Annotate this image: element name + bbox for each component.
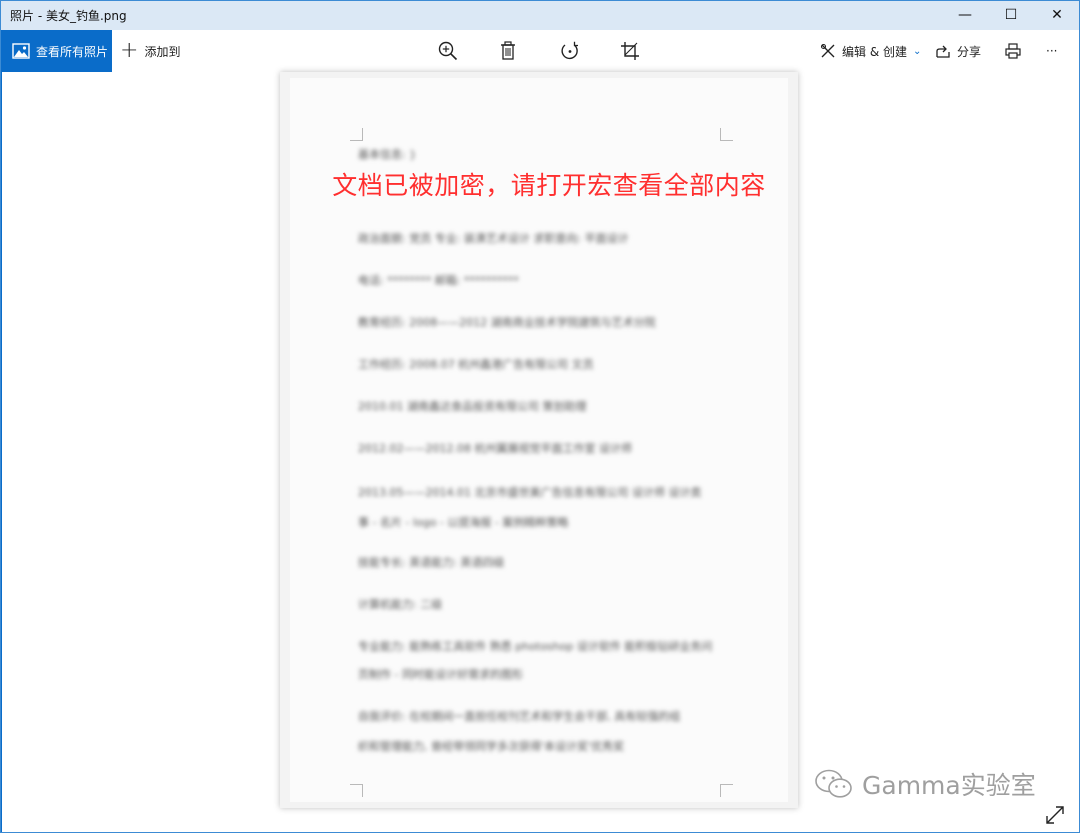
edit-create-label: 编辑 & 创建 xyxy=(842,44,907,59)
trash-icon[interactable] xyxy=(495,38,521,64)
photos-icon xyxy=(12,43,30,59)
blurred-line: 2010.01 湖南鑫达食品投资有限公司 策划助理 xyxy=(358,400,587,413)
blurred-line: 教育经历: 2008——2012 湖南商业技术学院建筑与艺术分院 xyxy=(358,316,656,329)
encryption-warning: 文档已被加密，请打开宏查看全部内容 xyxy=(332,171,766,200)
blurred-line: 事 - 名片 - logo - 以提海报 - 案例精粹策略 xyxy=(358,516,569,529)
add-to-button[interactable]: + 添加到 xyxy=(120,30,180,72)
blurred-line: 2012.02——2012.08 杭州翼展视觉平面工作室 设计师 xyxy=(358,442,632,455)
expand-icon[interactable] xyxy=(1044,804,1066,826)
blurred-line: 自我评价: 在校期间一直担任校刊艺术和学生会干部, 具有较强的组 xyxy=(358,710,681,723)
blurred-line: 2013.05——2014.01 北京市盛世美广告信息有限公司 设计师 设计类 xyxy=(358,486,702,499)
blurred-line: 织和管理能力, 曾经带领同学多次获得'本设计奖'优秀奖 xyxy=(358,740,625,753)
chevron-down-icon: ⌄ xyxy=(913,45,922,57)
more-options-button[interactable]: ··· xyxy=(1046,30,1057,72)
share-icon xyxy=(936,45,950,58)
left-accent-bar xyxy=(0,72,2,833)
add-to-label: 添加到 xyxy=(144,44,181,59)
view-all-photos-label: 查看所有照片 xyxy=(36,44,109,59)
blurred-line: 专业能力: 能熟练工具软件 熟悉 photoshop 设计软件 能积极钻研业务问 xyxy=(358,640,713,653)
window-title: 照片 - 美女_钓鱼.png xyxy=(10,8,127,23)
blurred-line: 电话: ******** 邮箱: ********** xyxy=(358,274,519,287)
window-controls: — ☐ ✕ xyxy=(942,0,1080,30)
share-button[interactable]: 分享 xyxy=(935,30,981,72)
watermark-text: Gamma实验室 xyxy=(862,771,1036,800)
blurred-line: 基本信息: } xyxy=(358,148,417,161)
blurred-line: 计算机能力: 二级 xyxy=(358,598,443,611)
edit-create-button[interactable]: 编辑 & 创建 ⌄ xyxy=(820,30,921,72)
corner-mark xyxy=(350,128,363,141)
title-bar: 照片 - 美女_钓鱼.png — ☐ ✕ xyxy=(0,0,1080,30)
wechat-icon xyxy=(815,769,852,798)
blurred-line: 技能专长: 英语能力: 英语四级 xyxy=(358,556,505,569)
edit-create-icon xyxy=(820,43,835,58)
maximize-button[interactable]: ☐ xyxy=(988,0,1034,30)
corner-mark xyxy=(350,784,363,797)
corner-mark xyxy=(720,128,733,141)
print-icon xyxy=(1005,43,1021,59)
document-image: 基本信息: } 政治面貌: 党员 专业: 装潢艺术设计 求职意向: 平面设计 电话:… xyxy=(280,72,798,808)
crop-icon[interactable] xyxy=(617,38,643,64)
blurred-line: 政治面貌: 党员 专业: 装潢艺术设计 求职意向: 平面设计 xyxy=(358,232,629,245)
minimize-button[interactable]: — xyxy=(942,0,988,30)
corner-mark xyxy=(720,784,733,797)
share-label: 分享 xyxy=(957,44,982,59)
toolbar: 查看所有照片 + 添加到 编辑 & 创建 ⌄ 分享 ··· xyxy=(0,30,1080,72)
print-button[interactable] xyxy=(1004,30,1028,72)
rotate-icon[interactable] xyxy=(557,38,583,64)
watermark: Gamma实验室 xyxy=(814,766,1036,802)
blurred-line: 工作经历: 2008.07 杭州鑫港广告有限公司 文员 xyxy=(358,358,594,371)
more-label: ··· xyxy=(1046,44,1058,58)
zoom-in-icon[interactable] xyxy=(435,38,461,64)
blurred-line: 页制作 - 同时能设计好需求的图形 xyxy=(358,668,523,681)
close-button[interactable]: ✕ xyxy=(1034,0,1080,30)
plus-icon: + xyxy=(120,38,139,63)
view-all-photos-button[interactable]: 查看所有照片 xyxy=(0,30,112,72)
